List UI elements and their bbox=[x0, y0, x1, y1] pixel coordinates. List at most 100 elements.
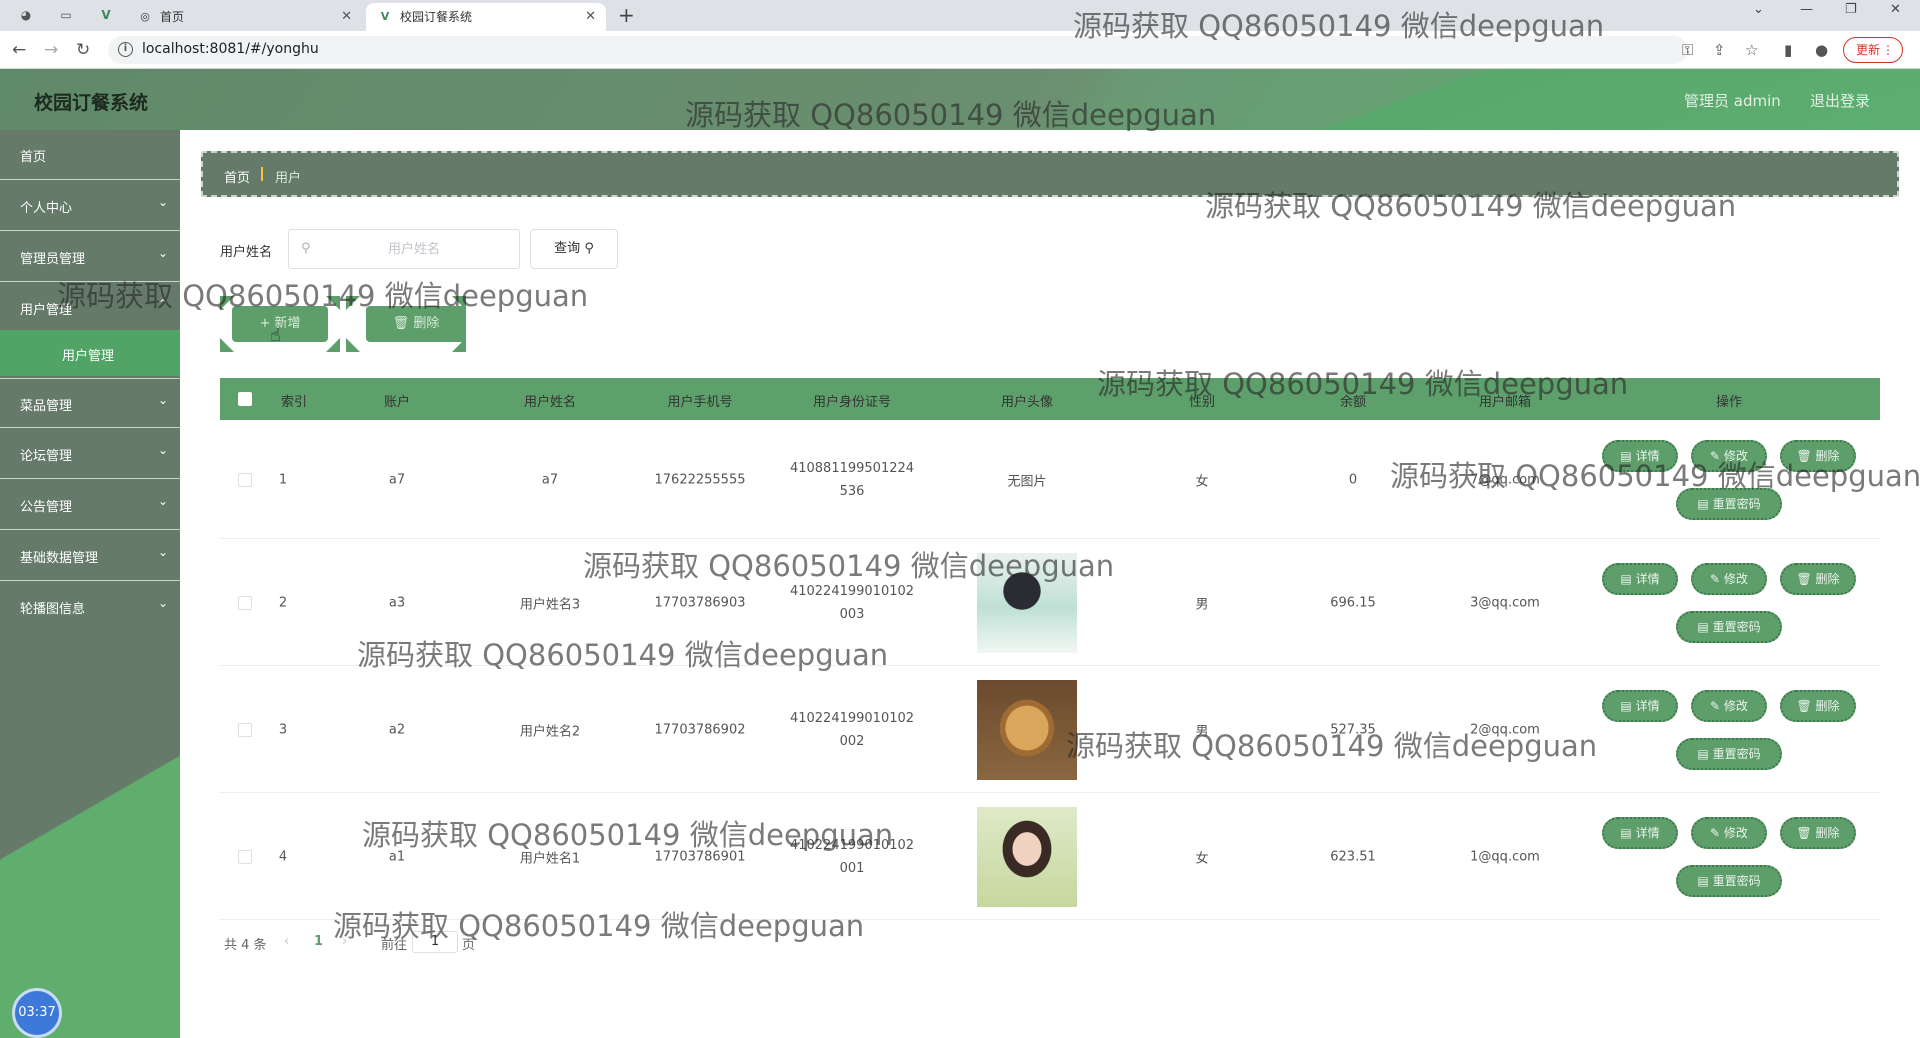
url-field[interactable]: i localhost:8081/#/yonghu bbox=[108, 36, 1688, 64]
goto-label: 前往 bbox=[381, 938, 408, 953]
reset-password-button[interactable]: ▤ 重置密码 bbox=[1676, 865, 1782, 897]
detail-button[interactable]: ▤ 详情 bbox=[1602, 440, 1678, 472]
document-icon: ▤ bbox=[1697, 747, 1713, 761]
goto-page-input[interactable]: 1 bbox=[412, 931, 458, 953]
new-tab-icon[interactable]: + bbox=[618, 3, 635, 27]
sidebar-item-basic-data[interactable]: 基础数据管理 ⌄ bbox=[0, 531, 180, 581]
share-icon[interactable]: ⇪ bbox=[1713, 41, 1726, 59]
cell-name: 用户姓名1 bbox=[519, 851, 581, 867]
globe-icon: ◎ bbox=[140, 10, 150, 23]
close-icon[interactable]: ✕ bbox=[341, 3, 352, 31]
reload-icon[interactable]: ↻ bbox=[76, 40, 90, 60]
cell-phone: 17703786903 bbox=[654, 595, 746, 611]
prev-page-icon[interactable]: ‹ bbox=[284, 934, 289, 949]
detail-button[interactable]: ▤ 详情 bbox=[1602, 690, 1678, 722]
sidebar-item-home[interactable]: 首页 bbox=[0, 130, 180, 180]
tab-search-icon[interactable]: ⌄ bbox=[1753, 2, 1764, 17]
forward-icon[interactable]: → bbox=[44, 40, 58, 60]
trash-icon: 🗑 bbox=[1796, 826, 1816, 840]
next-page-icon[interactable]: › bbox=[342, 934, 347, 949]
chevron-down-icon: ⌄ bbox=[157, 195, 168, 209]
maximize-icon[interactable]: ❐ bbox=[1845, 2, 1857, 17]
pencil-icon: ✎ bbox=[1710, 449, 1724, 463]
update-button[interactable]: 更新 ⋮ bbox=[1843, 37, 1903, 63]
github-icon[interactable]: ◕ bbox=[18, 7, 34, 23]
cell-account: a2 bbox=[388, 722, 406, 738]
edit-button[interactable]: ✎ 修改 bbox=[1691, 440, 1767, 472]
detail-button[interactable]: ▤ 详情 bbox=[1602, 817, 1678, 849]
minimize-icon[interactable]: — bbox=[1800, 2, 1813, 17]
user-avatar bbox=[977, 553, 1077, 653]
reset-password-button[interactable]: ▤ 重置密码 bbox=[1676, 611, 1782, 643]
pencil-icon: ✎ bbox=[1710, 699, 1724, 713]
edit-button[interactable]: ✎ 修改 bbox=[1691, 563, 1767, 595]
reset-password-button[interactable]: ▤ 重置密码 bbox=[1676, 738, 1782, 770]
close-icon[interactable]: ✕ bbox=[585, 3, 596, 31]
query-button[interactable]: 查询 ⚲ bbox=[530, 229, 618, 269]
cell-name: 用户姓名3 bbox=[519, 597, 581, 613]
row-delete-button[interactable]: 🗑 删除 bbox=[1780, 563, 1856, 595]
key-icon[interactable]: ⚿ bbox=[1682, 41, 1693, 59]
cell-email: 2@qq.com bbox=[1470, 722, 1540, 738]
pagination-total: 共 4 条 bbox=[224, 938, 267, 953]
reset-password-button[interactable]: ▤ 重置密码 bbox=[1676, 488, 1782, 520]
search-input[interactable] bbox=[319, 238, 509, 260]
row-checkbox[interactable] bbox=[238, 473, 252, 487]
row-delete-button[interactable]: 🗑 删除 bbox=[1780, 440, 1856, 472]
back-icon[interactable]: ← bbox=[12, 40, 26, 60]
tab-active[interactable]: V 校园订餐系统 ✕ bbox=[366, 3, 606, 31]
bulk-delete-button[interactable]: 🗑 删除 bbox=[366, 306, 466, 342]
blank-tab-icon[interactable]: ▭ bbox=[58, 7, 74, 23]
sidebar-item-forum[interactable]: 论坛管理 ⌄ bbox=[0, 429, 180, 479]
table-row: 2 a3 用户姓名3 17703786903 男 696.15 3@qq.com 410224… bbox=[220, 539, 1880, 666]
select-all-checkbox[interactable] bbox=[238, 392, 252, 406]
window-close-icon[interactable]: ✕ bbox=[1890, 2, 1901, 17]
sidebar-item-notices[interactable]: 公告管理 ⌄ bbox=[0, 480, 180, 530]
page-number-current[interactable]: 1 bbox=[314, 934, 323, 949]
trash-icon: 🗑 bbox=[1796, 699, 1816, 713]
row-checkbox[interactable] bbox=[238, 596, 252, 610]
row-delete-button[interactable]: 🗑 删除 bbox=[1780, 817, 1856, 849]
detail-button[interactable]: ▤ 详情 bbox=[1602, 563, 1678, 595]
menu-dots-icon: ⋮ bbox=[1882, 43, 1894, 57]
sidebar-item-admins[interactable]: 管理员管理 ⌄ bbox=[0, 232, 180, 282]
row-checkbox[interactable] bbox=[238, 723, 252, 737]
cell-balance: 0 bbox=[1348, 472, 1358, 488]
cell-avatar-empty: 无图片 bbox=[1007, 474, 1047, 490]
profile-icon[interactable]: ● bbox=[1815, 41, 1828, 59]
sidebar: 首页 个人中心 ⌄ 管理员管理 ⌄ 用户管理 ⌃ 用户管理 菜品管理 ⌄ 论坛管… bbox=[0, 130, 180, 1038]
browser-tabbar: ◕ ▭ V ◎ 首页 ✕ V 校园订餐系统 ✕ + ⌄ — ❐ ✕ bbox=[0, 0, 1920, 31]
sidebar-item-dishes[interactable]: 菜品管理 ⌄ bbox=[0, 378, 180, 428]
bookmark-star-icon[interactable]: ☆ bbox=[1745, 41, 1758, 59]
search-field[interactable]: ⚲ bbox=[288, 229, 520, 269]
vue-icon[interactable]: V bbox=[98, 7, 114, 23]
info-icon[interactable]: i bbox=[118, 42, 133, 57]
sidebar-item-carousel[interactable]: 轮播图信息 ⌄ bbox=[0, 582, 180, 632]
cell-balance: 623.51 bbox=[1330, 849, 1376, 865]
clock-widget: 03:37 bbox=[12, 988, 62, 1038]
tab-home[interactable]: ◎ 首页 ✕ bbox=[138, 3, 358, 31]
chevron-down-icon: ⌄ bbox=[157, 596, 168, 610]
current-user: 管理员 admin bbox=[1684, 92, 1781, 110]
cell-balance: 527.35 bbox=[1330, 722, 1376, 738]
breadcrumb-current: 用户 bbox=[275, 171, 302, 186]
side-panel-icon[interactable]: ▮ bbox=[1784, 41, 1792, 59]
cell-gender: 女 bbox=[1195, 474, 1209, 490]
sidebar-item-profile[interactable]: 个人中心 ⌄ bbox=[0, 181, 180, 231]
row-delete-button[interactable]: 🗑 删除 bbox=[1780, 690, 1856, 722]
cell-id-number: 410224199010102 002 bbox=[789, 711, 915, 749]
table-header: 索引 账户 用户姓名 用户手机号 用户身份证号 用户头像 性别 余额 用户邮箱 … bbox=[220, 378, 1880, 420]
sidebar-item-users[interactable]: 用户管理 ⌃ bbox=[0, 283, 180, 333]
cell-id-number: 410881199501224 536 bbox=[789, 461, 915, 499]
logout-link[interactable]: 退出登录 bbox=[1810, 90, 1870, 111]
app-brand: 校园订餐系统 bbox=[34, 92, 149, 114]
chevron-down-icon: ⌄ bbox=[157, 545, 168, 559]
page-suffix: 页 bbox=[462, 938, 476, 953]
edit-button[interactable]: ✎ 修改 bbox=[1691, 690, 1767, 722]
row-checkbox[interactable] bbox=[238, 850, 252, 864]
edit-button[interactable]: ✎ 修改 bbox=[1691, 817, 1767, 849]
chevron-down-icon: ⌄ bbox=[157, 393, 168, 407]
cell-id-number: 410224199010102 001 bbox=[789, 838, 915, 876]
breadcrumb-home[interactable]: 首页 bbox=[224, 167, 250, 186]
sidebar-subitem-user-management[interactable]: 用户管理 bbox=[0, 330, 180, 376]
